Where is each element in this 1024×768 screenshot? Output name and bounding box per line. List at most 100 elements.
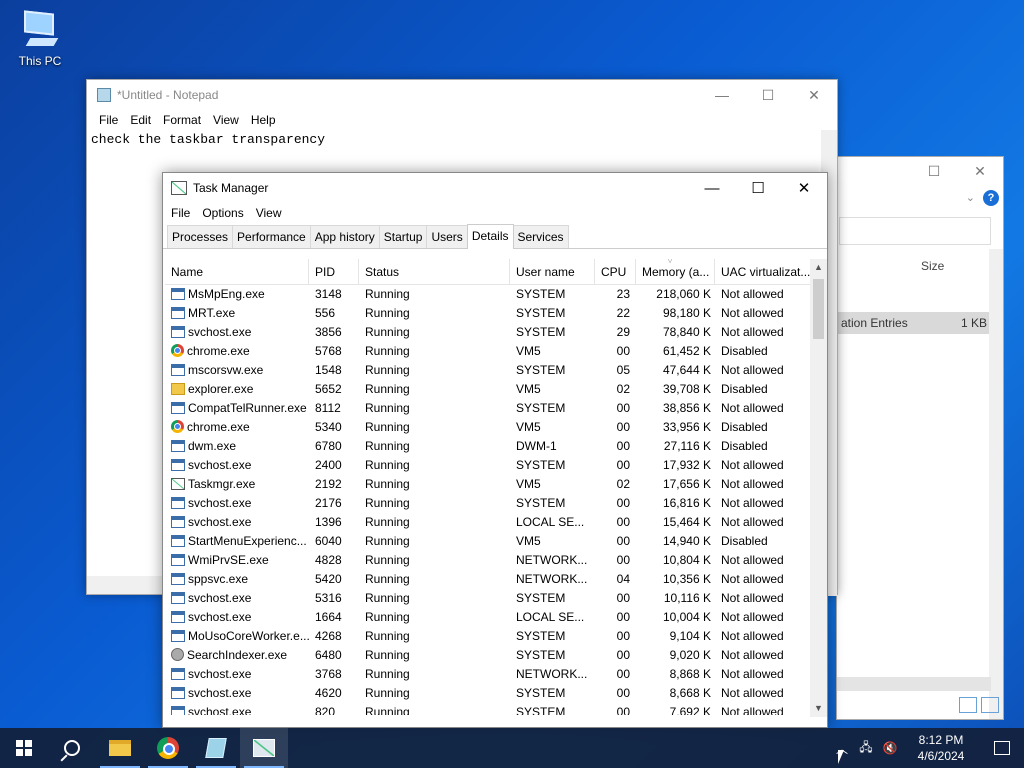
notification-button[interactable]: [980, 741, 1024, 755]
menu-file[interactable]: File: [93, 113, 124, 127]
menu-file[interactable]: File: [165, 206, 196, 220]
column-memory[interactable]: Memory (a...: [636, 259, 715, 285]
title-bar[interactable]: *Untitled - Notepad — ☐ ✕: [87, 80, 837, 110]
table-row[interactable]: Taskmgr.exe 2192 Running VM5 02 17,656 K Not a…: [165, 475, 811, 494]
cell-pid: 3768: [315, 667, 342, 681]
menu-options[interactable]: Options: [196, 206, 249, 220]
close-icon[interactable]: ✕: [957, 157, 1003, 185]
close-icon[interactable]: ✕: [781, 173, 827, 203]
table-row[interactable]: svchost.exe 5316 Running SYSTEM 00 10,116 K No…: [165, 589, 811, 608]
column-user-name[interactable]: User name: [510, 259, 595, 285]
menu-help[interactable]: Help: [245, 113, 282, 127]
menu-bar: File Options View: [163, 203, 827, 223]
column-name[interactable]: Name: [165, 259, 309, 285]
table-row[interactable]: svchost.exe 1396 Running LOCAL SE... 00 15,46…: [165, 513, 811, 532]
tab-startup[interactable]: Startup: [378, 225, 428, 248]
table-row[interactable]: MsMpEng.exe 3148 Running SYSTEM 23 218,060 K N…: [165, 285, 811, 304]
scroll-thumb[interactable]: [813, 279, 824, 339]
close-icon[interactable]: ✕: [791, 80, 837, 110]
table-row[interactable]: WmiPrvSE.exe 4828 Running NETWORK... 00 10,80…: [165, 551, 811, 570]
vertical-scrollbar[interactable]: ▲ ▼: [810, 259, 827, 717]
column-status[interactable]: Status: [359, 259, 510, 285]
cell-cpu: 00: [616, 705, 630, 715]
menu-edit[interactable]: Edit: [124, 113, 157, 127]
column-uac-virtualization[interactable]: UAC virtualizat...: [715, 259, 811, 285]
table-row[interactable]: sppsvc.exe 5420 Running NETWORK... 04 10,356 …: [165, 570, 811, 589]
column-cpu[interactable]: CPU: [595, 259, 636, 285]
large-icons-view-icon[interactable]: [981, 697, 999, 713]
cell-name: chrome.exe: [165, 418, 309, 437]
vertical-scrollbar[interactable]: [989, 249, 1003, 719]
table-row[interactable]: svchost.exe 3768 Running NETWORK... 00 8,868 …: [165, 665, 811, 684]
menu-view[interactable]: View: [207, 113, 245, 127]
scroll-up-icon[interactable]: ▲: [810, 259, 827, 276]
scroll-down-icon[interactable]: ▼: [810, 700, 827, 717]
volume-muted-icon[interactable]: 🔇: [878, 741, 902, 755]
cell-name: svchost.exe: [165, 703, 309, 715]
tab-processes[interactable]: Processes: [167, 225, 234, 248]
cell-pid: 5340: [315, 420, 342, 434]
tab-details[interactable]: Details: [466, 224, 514, 249]
cell-uac: Not allowed: [721, 325, 784, 339]
table-row[interactable]: explorer.exe 5652 Running VM5 02 39,708 K Disa…: [165, 380, 811, 399]
taskbar-file-explorer[interactable]: [96, 728, 144, 768]
tab-app-history[interactable]: App history: [309, 225, 380, 248]
table-row[interactable]: svchost.exe 1664 Running LOCAL SE... 00 10,00…: [165, 608, 811, 627]
table-row[interactable]: dwm.exe 6780 Running DWM-1 00 27,116 K Disable…: [165, 437, 811, 456]
cell-cpu: 00: [616, 496, 630, 510]
clock[interactable]: 8:12 PM 4/6/2024: [902, 732, 980, 764]
cell-memory: 16,816 K: [662, 496, 711, 510]
taskbar-chrome[interactable]: [144, 728, 192, 768]
help-icon[interactable]: ?: [983, 190, 999, 206]
table-row[interactable]: chrome.exe 5768 Running VM5 00 61,452 K Disabl…: [165, 342, 811, 361]
cell-memory: 47,644 K: [662, 363, 711, 377]
cell-uac: Not allowed: [721, 705, 784, 715]
table-row[interactable]: svchost.exe 3856 Running SYSTEM 29 78,840 K No…: [165, 323, 811, 342]
menu-format[interactable]: Format: [157, 113, 207, 127]
chevron-down-icon[interactable]: ⌄: [966, 191, 975, 204]
cell-cpu: 04: [616, 572, 630, 586]
cell-user: VM5: [516, 382, 541, 396]
table-row[interactable]: mscorsvw.exe 1548 Running SYSTEM 05 47,644 K N…: [165, 361, 811, 380]
table-row[interactable]: StartMenuExperienc... 6040 Running VM5 00 14,…: [165, 532, 811, 551]
table-row[interactable]: CompatTelRunner.exe 8112 Running SYSTEM 00 38…: [165, 399, 811, 418]
tab-users[interactable]: Users: [426, 225, 468, 248]
maximize-icon[interactable]: ☐: [745, 80, 791, 110]
table-row[interactable]: svchost.exe 2176 Running SYSTEM 00 16,816 K No…: [165, 494, 811, 513]
tab-services[interactable]: Services: [512, 225, 569, 248]
this-pc-desktop-icon[interactable]: This PC: [12, 10, 68, 68]
size-column-header[interactable]: Size: [921, 259, 944, 273]
minimize-icon[interactable]: —: [699, 80, 745, 110]
table-row[interactable]: SearchIndexer.exe 6480 Running SYSTEM 00 9,02…: [165, 646, 811, 665]
table-row[interactable]: svchost.exe 4620 Running SYSTEM 00 8,668 K Not…: [165, 684, 811, 703]
menu-view[interactable]: View: [250, 206, 288, 220]
maximize-icon[interactable]: ☐: [911, 157, 957, 185]
table-row[interactable]: MoUsoCoreWorker.e... 4268 Running SYSTEM 00 9…: [165, 627, 811, 646]
cell-memory: 17,932 K: [662, 458, 711, 472]
cell-cpu: 00: [616, 648, 630, 662]
cell-uac: Not allowed: [721, 591, 784, 605]
table-row[interactable]: chrome.exe 5340 Running VM5 00 33,956 K Disabl…: [165, 418, 811, 437]
text-editor[interactable]: check the taskbar transparency: [87, 130, 837, 149]
table-row[interactable]: MRT.exe 556 Running SYSTEM 22 98,180 K Not all…: [165, 304, 811, 323]
details-view-icon[interactable]: [959, 697, 977, 713]
start-button[interactable]: [0, 728, 48, 768]
taskbar-notepad[interactable]: [192, 728, 240, 768]
cell-uac: Not allowed: [721, 629, 784, 643]
table-row[interactable]: svchost.exe 2400 Running SYSTEM 00 17,932 K No…: [165, 456, 811, 475]
taskbar-task-manager[interactable]: [240, 728, 288, 768]
network-icon[interactable]: 🖧: [854, 738, 878, 759]
cell-uac: Not allowed: [721, 686, 784, 700]
maximize-icon[interactable]: ☐: [735, 173, 781, 203]
table-row[interactable]: svchost.exe 820 Running SYSTEM 00 7,692 K Not …: [165, 703, 811, 715]
horizontal-scrollbar[interactable]: [837, 677, 991, 691]
cell-user: SYSTEM: [516, 363, 566, 377]
minimize-icon[interactable]: —: [689, 173, 735, 203]
tab-performance[interactable]: Performance: [232, 225, 311, 248]
search-input[interactable]: [839, 217, 991, 245]
title-bar[interactable]: Task Manager — ☐ ✕: [163, 173, 827, 203]
column-pid[interactable]: PID: [309, 259, 359, 285]
search-button[interactable]: [48, 728, 96, 768]
list-item[interactable]: ation Entries 1 KB: [837, 312, 991, 334]
cell-memory: 98,180 K: [662, 306, 711, 320]
